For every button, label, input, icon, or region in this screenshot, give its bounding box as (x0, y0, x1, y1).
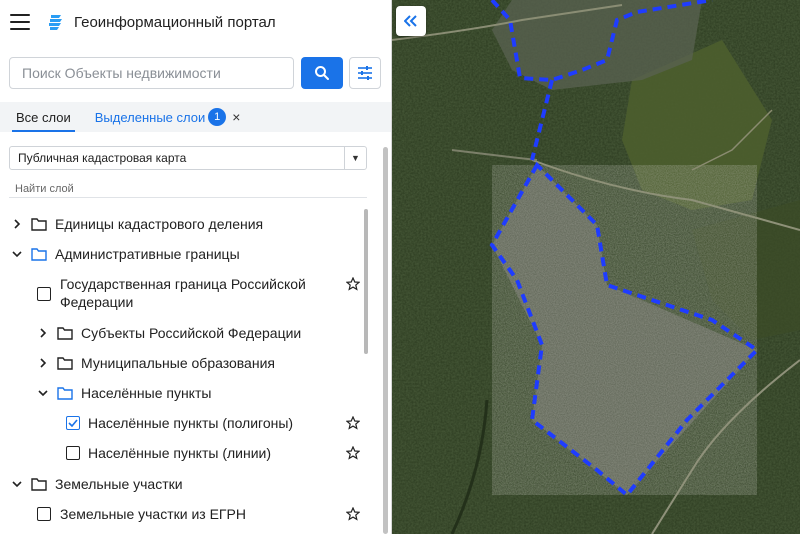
tree-item-label: Населённые пункты (линии) (88, 445, 272, 461)
satellite-map[interactable] (392, 0, 800, 534)
tab-all-layers[interactable]: Все слои (8, 102, 79, 132)
basemap-select[interactable]: Публичная кадастровая карта ▼ (9, 146, 367, 170)
tree-item-label: Административные границы (55, 246, 240, 262)
layer-checkbox[interactable] (37, 507, 51, 521)
tree-item-label: Субъекты Российской Федерации (81, 325, 302, 341)
tree-item-label: Земельные участки из ЕГРН (60, 506, 246, 522)
app-header: Геоинформационный портал (0, 0, 392, 44)
hamburger-menu-icon[interactable] (10, 14, 30, 30)
tree-item[interactable]: Субъекты Российской Федерации (37, 325, 392, 341)
map-view[interactable] (392, 0, 800, 534)
folder-open-icon (57, 387, 73, 400)
layer-checkbox-checked[interactable] (66, 416, 80, 430)
search-row (9, 57, 381, 89)
tree-item-label: Единицы кадастрового деления (55, 216, 264, 232)
layer-tabs: Все слои Выделенные слои 1 × (0, 102, 392, 132)
tree-item[interactable]: Муниципальные образования (37, 355, 392, 371)
tree-item-label: Муниципальные образования (81, 355, 275, 371)
collapse-panel-button[interactable] (396, 6, 426, 36)
tree-item[interactable]: Населённые пункты (линии) (66, 445, 392, 461)
chevron-down-icon[interactable] (11, 248, 23, 260)
double-chevron-left-icon (404, 15, 417, 27)
star-icon[interactable] (346, 507, 360, 521)
selected-count-badge: 1 (208, 108, 227, 126)
folder-icon (57, 357, 73, 370)
tree-item-label: Населённые пункты (полигоны) (88, 415, 294, 431)
tab-selected-layers-label: Выделенные слои (94, 109, 206, 125)
folder-open-icon (31, 248, 47, 261)
star-icon[interactable] (346, 416, 360, 430)
filter-settings-button[interactable] (349, 57, 381, 89)
tree-item-label: Населённые пункты (81, 385, 212, 401)
tab-selected-layers[interactable]: Выделенные слои 1 (87, 102, 228, 132)
tree-item[interactable]: Единицы кадастрового деления (11, 216, 381, 232)
search-icon (315, 66, 329, 80)
clear-selected-close-icon[interactable]: × (232, 102, 240, 132)
layer-checkbox[interactable] (66, 446, 80, 460)
tree-item[interactable]: Государственная граница Российской Федер… (37, 275, 392, 311)
portal-logo-icon (49, 15, 62, 30)
tree-item[interactable]: Населённые пункты (37, 385, 392, 401)
tree-item[interactable]: Земельные участки из ЕГРН (37, 506, 392, 522)
star-icon[interactable] (346, 277, 360, 291)
star-icon[interactable] (346, 446, 360, 460)
tree-item-label: Земельные участки (55, 476, 183, 492)
app-title: Геоинформационный портал (74, 13, 276, 31)
layer-checkbox[interactable] (37, 287, 51, 301)
tune-sliders-icon (358, 66, 372, 80)
tree-item-label: Государственная граница Российской Федер… (60, 276, 306, 310)
chevron-down-icon[interactable] (37, 387, 49, 399)
folder-icon (31, 478, 47, 491)
dropdown-arrow-icon: ▼ (344, 147, 366, 169)
tree-item[interactable]: Земельные участки (11, 476, 381, 492)
tab-all-layers-label: Все слои (16, 109, 71, 125)
sidebar-panel: Геоинформационный портал Все слои (0, 0, 392, 534)
search-input[interactable] (9, 57, 294, 89)
panel-scrollbar-thumb[interactable] (383, 147, 388, 534)
basemap-selected-value: Публичная кадастровая карта (18, 151, 187, 165)
tree-scrollbar-thumb[interactable] (364, 209, 368, 354)
chevron-right-icon[interactable] (37, 327, 49, 339)
chevron-down-icon[interactable] (11, 478, 23, 490)
tree-item[interactable]: Административные границы (11, 246, 381, 262)
tree-item[interactable]: Населённые пункты (полигоны) (66, 415, 392, 431)
search-button[interactable] (301, 57, 343, 89)
folder-icon (31, 218, 47, 231)
layer-search-input[interactable] (9, 180, 367, 198)
chevron-right-icon[interactable] (11, 218, 23, 230)
chevron-right-icon[interactable] (37, 357, 49, 369)
folder-icon (57, 327, 73, 340)
